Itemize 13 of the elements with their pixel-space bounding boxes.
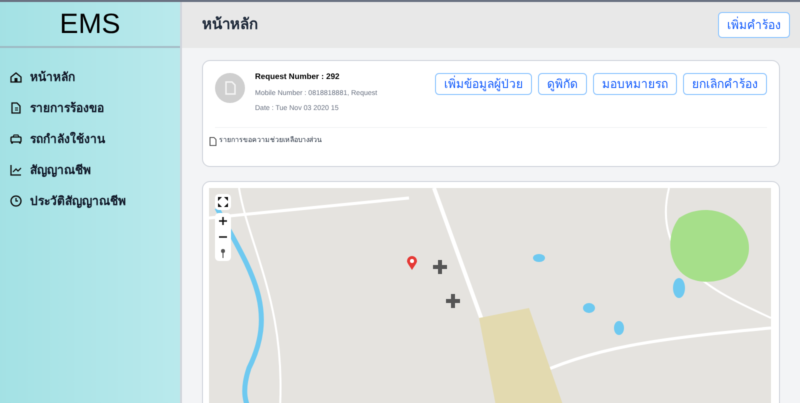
action-button[interactable]: เพิ่มข้อมูลผู้ป่วย bbox=[435, 73, 532, 95]
brand-title: EMS bbox=[60, 7, 120, 41]
sidebar-item[interactable]: รถกำลังใช้งาน bbox=[8, 128, 172, 150]
request-number: Request Number : 292 bbox=[255, 71, 340, 83]
add-request-button[interactable]: เพิ่มคำร้อง bbox=[718, 12, 790, 38]
sidebar-item[interactable]: รายการร้องขอ bbox=[8, 97, 172, 119]
action-button[interactable]: มอบหมายรถ bbox=[593, 73, 677, 95]
page-title: หน้าหลัก bbox=[202, 14, 258, 35]
sidebar-item[interactable]: หน้าหลัก bbox=[8, 66, 172, 88]
sidebar-item[interactable]: ประวัติสัญญาณชีพ bbox=[8, 190, 172, 212]
action-button[interactable]: ยกเลิกคำร้อง bbox=[683, 73, 767, 95]
sidebar-item[interactable]: สัญญาณชีพ bbox=[8, 159, 172, 181]
action-button[interactable]: ดูพิกัด bbox=[538, 73, 587, 95]
